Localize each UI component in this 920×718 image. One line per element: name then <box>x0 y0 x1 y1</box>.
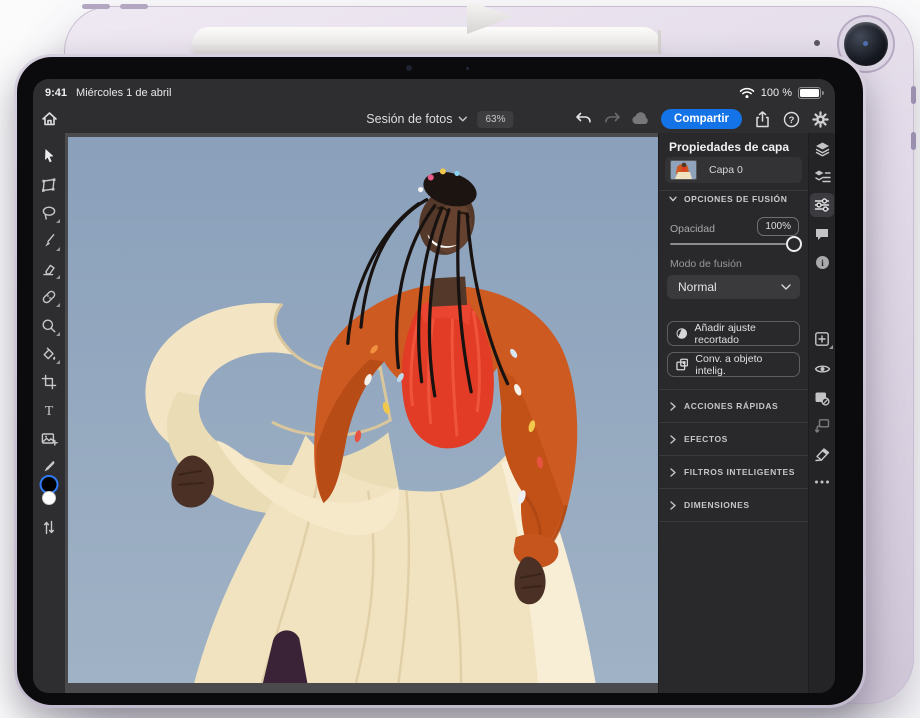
fusion-section-header[interactable]: OPCIONES DE FUSIÓN <box>669 194 800 204</box>
opacity-slider-knob[interactable] <box>786 236 802 252</box>
app-toolbar: Sesión de fotos 63% Compartir <box>33 105 835 134</box>
move-tool[interactable] <box>37 144 61 168</box>
foreground-color-swatch[interactable] <box>42 477 57 492</box>
section-dimensiones[interactable]: DIMENSIONES <box>659 488 808 521</box>
chevron-right-icon <box>670 435 676 444</box>
document-title-menu[interactable]: Sesión de fotos <box>366 112 467 126</box>
document-title: Sesión de fotos <box>366 112 452 126</box>
info-icon[interactable]: i <box>810 250 834 274</box>
chevron-right-icon <box>670 468 676 477</box>
volume-button <box>120 4 148 9</box>
settings-gear-icon[interactable] <box>809 108 831 130</box>
tool-rail: T <box>33 133 66 693</box>
help-icon[interactable]: ? <box>780 108 802 130</box>
blend-mode-dropdown[interactable]: Normal <box>667 275 800 299</box>
crop-tool[interactable] <box>37 370 61 394</box>
status-bar: 9:41 Miércoles 1 de abril 100 % <box>33 79 835 105</box>
blend-mode-value: Normal <box>678 280 717 294</box>
flatten-icon[interactable] <box>810 442 834 466</box>
chevron-down-icon <box>669 196 677 202</box>
opacity-slider[interactable] <box>670 243 786 245</box>
opacity-label: Opacidad <box>670 223 715 235</box>
adjustment-circle-icon <box>676 327 688 340</box>
layer-thumbnail <box>670 160 697 180</box>
volume-button <box>82 4 110 9</box>
background-color-swatch[interactable] <box>42 491 56 505</box>
front-sensor <box>466 67 469 70</box>
chevron-right-icon <box>670 402 676 411</box>
place-photo-tool[interactable] <box>37 427 61 451</box>
section-acciones-rapidas[interactable]: ACCIONES RÁPIDAS <box>659 389 808 422</box>
layer-properties-icon[interactable] <box>810 165 834 189</box>
type-tool[interactable]: T <box>37 398 61 422</box>
add-layer-icon[interactable] <box>810 327 834 351</box>
panel-rail: i <box>808 133 835 693</box>
paint-bucket-tool[interactable] <box>37 342 61 366</box>
add-clipped-adjustment-button[interactable]: Añadir ajuste recortado <box>667 321 800 346</box>
panel-title: Propiedades de capa <box>669 140 789 154</box>
battery-icon <box>798 87 821 99</box>
svg-text:T: T <box>45 404 54 418</box>
rear-mic <box>814 40 820 46</box>
adjustments-icon[interactable] <box>810 193 834 217</box>
lasso-tool[interactable] <box>37 201 61 225</box>
svg-text:?: ? <box>788 115 794 126</box>
home-button[interactable] <box>38 108 60 130</box>
battery-percent: 100 % <box>761 87 792 99</box>
clock: 9:41 <box>45 87 67 99</box>
more-ellipsis-icon[interactable] <box>810 470 834 494</box>
opacity-value[interactable]: 100% <box>757 217 799 236</box>
transform-tool[interactable] <box>37 173 61 197</box>
eyedropper-tool[interactable] <box>37 455 61 479</box>
share-sheet-icon[interactable] <box>751 108 773 130</box>
collapse-arrows[interactable] <box>37 515 61 539</box>
smart-object-icon <box>676 358 688 371</box>
layer-mask-icon[interactable] <box>810 386 834 410</box>
magnifier-tool[interactable] <box>37 314 61 338</box>
date: Miércoles 1 de abril <box>76 87 171 99</box>
convert-smart-object-button[interactable]: Conv. a objeto intelig. <box>667 352 800 377</box>
healing-brush-tool[interactable] <box>37 285 61 309</box>
zoom-level-badge[interactable]: 63% <box>477 111 513 128</box>
clipping-mask-icon[interactable] <box>810 414 834 438</box>
visibility-eye-icon[interactable] <box>810 357 834 381</box>
blend-mode-label: Modo de fusión <box>670 258 742 270</box>
comments-icon[interactable] <box>810 222 834 246</box>
redo-icon[interactable] <box>601 108 623 130</box>
layer-properties-panel: Propiedades de capa Capa 0 OPCIONES DE F… <box>658 133 808 693</box>
section-filtros-inteligentes[interactable]: FILTROS INTELIGENTES <box>659 455 808 488</box>
front-camera <box>406 65 412 71</box>
wifi-icon <box>739 87 755 99</box>
undo-icon[interactable] <box>572 108 594 130</box>
eraser-tool[interactable] <box>37 257 61 281</box>
top-button <box>911 86 916 104</box>
share-button[interactable]: Compartir <box>661 109 742 129</box>
layer-name: Capa 0 <box>709 164 743 176</box>
photo-layer[interactable] <box>68 137 658 683</box>
chevron-down-icon <box>781 284 791 290</box>
rear-camera <box>844 22 888 66</box>
top-button <box>911 132 916 150</box>
hero-scene: 9:41 Miércoles 1 de abril 100 % <box>0 0 920 718</box>
layer-row[interactable]: Capa 0 <box>665 157 802 183</box>
chevron-down-icon <box>458 116 467 122</box>
ipad-front-device: 9:41 Miércoles 1 de abril 100 % <box>14 54 866 708</box>
section-efectos[interactable]: EFECTOS <box>659 422 808 455</box>
layers-icon[interactable] <box>810 137 834 161</box>
chevron-right-icon <box>670 501 676 510</box>
cloud-sync-icon[interactable] <box>630 108 652 130</box>
canvas-workspace[interactable] <box>65 133 658 693</box>
paint-brush-tool[interactable] <box>37 229 61 253</box>
photoshop-app-screen: 9:41 Miércoles 1 de abril 100 % <box>33 79 835 693</box>
